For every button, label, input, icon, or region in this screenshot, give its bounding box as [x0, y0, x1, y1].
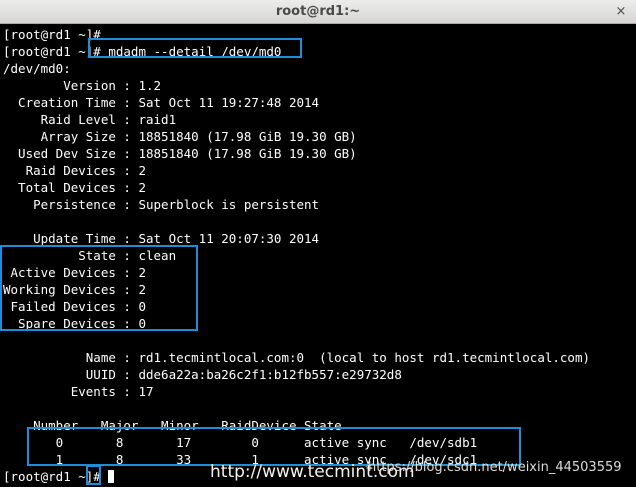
- terminal-line: [root@rd1 ~]# mdadm --detail /dev/md0: [3, 44, 282, 59]
- terminal-line: Used Dev Size : 18851840 (17.98 GiB 19.3…: [3, 146, 357, 161]
- terminal-line: Number Major Minor RaidDevice State: [3, 418, 342, 433]
- terminal-line: 0 8 17 0 active sync /dev/sdb1: [3, 435, 478, 450]
- terminal-line: /dev/md0:: [3, 61, 71, 76]
- terminal-viewport[interactable]: [root@rd1 ~]# [root@rd1 ~]# mdadm --deta…: [0, 24, 636, 487]
- text-cursor: [108, 470, 115, 483]
- terminal-line: Failed Devices : 0: [3, 299, 146, 314]
- shell-prompt: [root@rd1 ~]#: [3, 469, 109, 484]
- close-icon[interactable]: ×: [612, 3, 630, 21]
- terminal-line: Name : rd1.tecmintlocal.com:0 (local to …: [3, 350, 590, 365]
- terminal-line: Array Size : 18851840 (17.98 GiB 19.30 G…: [3, 129, 357, 144]
- terminal-line: Persistence : Superblock is persistent: [3, 197, 320, 212]
- terminal-line: Working Devices : 2: [3, 282, 146, 297]
- terminal-line: Events : 17: [3, 384, 154, 399]
- terminal-line: Raid Devices : 2: [3, 163, 146, 178]
- title-bar[interactable]: root@rd1:~ ×: [0, 0, 636, 24]
- terminal-line: State : clean: [3, 248, 177, 263]
- terminal-line: UUID : dde6a22a:ba26c2f1:b12fb557:e29732…: [3, 367, 402, 382]
- terminal-line: Spare Devices : 0: [3, 316, 146, 331]
- terminal-line: Raid Level : raid1: [3, 112, 177, 127]
- terminal-window: root@rd1:~ × [root@rd1 ~]# [root@rd1 ~]#…: [0, 0, 636, 487]
- terminal-line: [root@rd1 ~]#: [3, 27, 101, 42]
- terminal-line: Active Devices : 2: [3, 265, 146, 280]
- terminal-line: Update Time : Sat Oct 11 20:07:30 2014: [3, 231, 320, 246]
- watermark-csdn: https://blog.csdn.net/weixin_44503559: [368, 460, 622, 475]
- terminal-line: Version : 1.2: [3, 78, 162, 93]
- terminal-output: [root@rd1 ~]# [root@rd1 ~]# mdadm --deta…: [3, 26, 590, 485]
- window-title: root@rd1:~: [275, 4, 361, 19]
- terminal-line: Creation Time : Sat Oct 11 19:27:48 2014: [3, 95, 320, 110]
- terminal-line: Total Devices : 2: [3, 180, 146, 195]
